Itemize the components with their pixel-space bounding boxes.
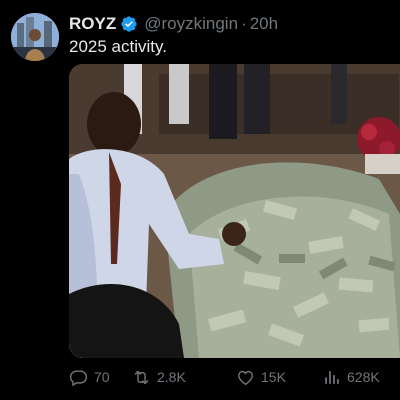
post-text: 2025 activity. bbox=[69, 37, 167, 56]
heart-icon bbox=[238, 370, 253, 385]
repost-icon bbox=[134, 370, 149, 384]
author-handle[interactable]: @royzkingin bbox=[144, 14, 238, 34]
post-action-bar: 70 2.8K 15K 628K bbox=[69, 366, 389, 388]
views-count: 628K bbox=[347, 369, 380, 385]
author-name[interactable]: ROYZ bbox=[69, 14, 116, 34]
repost-button[interactable]: 2.8K bbox=[132, 368, 186, 387]
reply-button[interactable]: 70 bbox=[69, 368, 110, 387]
meta-separator: · bbox=[241, 14, 247, 33]
like-count: 15K bbox=[261, 369, 286, 385]
reply-count: 70 bbox=[94, 369, 110, 385]
repost-count: 2.8K bbox=[157, 369, 186, 385]
views-chart-icon bbox=[325, 370, 339, 384]
like-button[interactable]: 15K bbox=[236, 368, 286, 387]
reply-icon bbox=[69, 369, 88, 386]
author-avatar[interactable] bbox=[11, 13, 59, 61]
post-header: ROYZ @royzkingin · 20h bbox=[69, 13, 278, 35]
views-button[interactable]: 628K bbox=[322, 368, 380, 387]
post-media-image[interactable] bbox=[69, 64, 400, 358]
post-timestamp[interactable]: 20h bbox=[250, 14, 278, 34]
verified-badge-icon bbox=[120, 15, 138, 33]
